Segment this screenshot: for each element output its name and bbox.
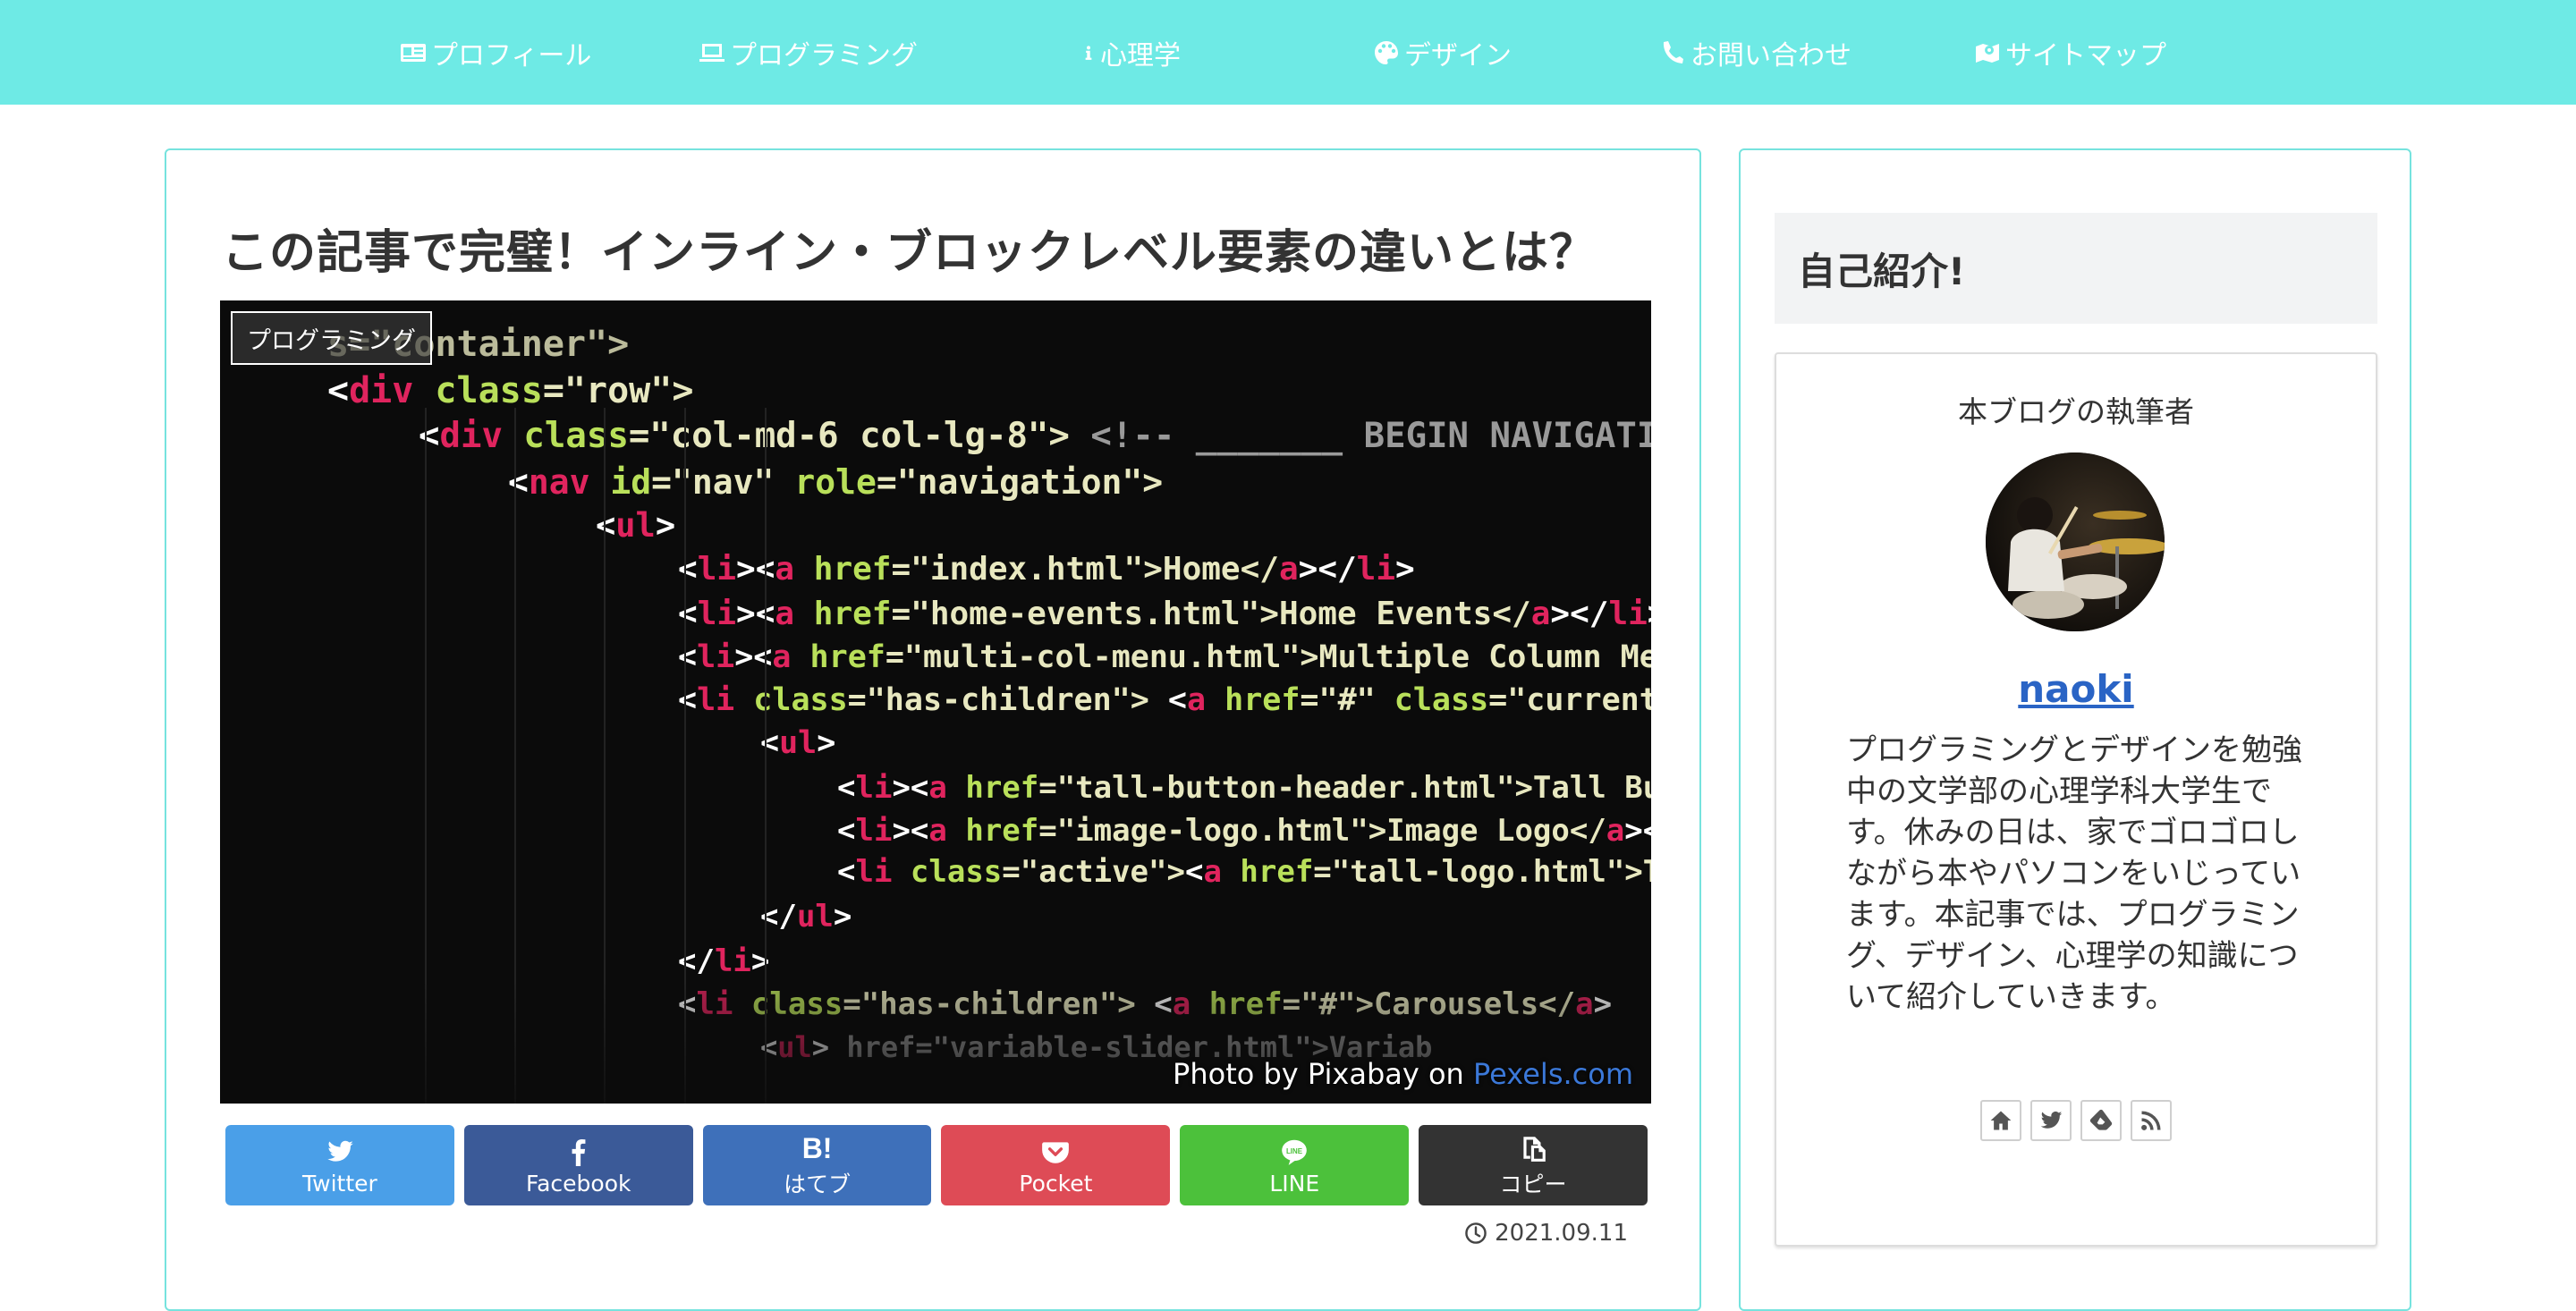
author-description: プログラミングとデザインを勉強中の文学部の心理学科大学生です。休みの日は、家でゴ… (1846, 732, 2302, 1015)
author-profile-box: 本ブログの執筆者 naoki プログラミングとデザインを勉強中の文学部の心理学科… (1775, 352, 2377, 1247)
article-title: この記事で完璧！インライン・ブロックレベル要素の違いとは？ (222, 226, 1597, 280)
clock-icon (1465, 1222, 1487, 1244)
publish-date: 2021.09.11 (1464, 1220, 1628, 1247)
rss-link[interactable] (2131, 1100, 2172, 1141)
code-line: <li><a href="index.html">Home</a></li> (678, 551, 1415, 588)
share-pocket-button[interactable]: Pocket (941, 1125, 1171, 1205)
line-icon: LINE (1282, 1139, 1308, 1165)
eyecatch-image: s="container"><div class="row"><div clas… (220, 300, 1651, 1104)
home-link[interactable] (1980, 1100, 2021, 1141)
share-label: Facebook (526, 1170, 631, 1197)
nav-label: 心理学 (1100, 39, 1181, 72)
widget-title: 自己紹介! (1775, 213, 2377, 324)
code-line: </ul> (760, 899, 852, 935)
share-hatena-button[interactable]: B! はてブ (702, 1125, 932, 1205)
date-text: 2021.09.11 (1495, 1220, 1628, 1247)
sidebar-card: 自己紹介! 本ブログの執筆者 naoki プログラミングとデザインを勉強中の文学… (1739, 148, 2411, 1311)
nav-item-contact[interactable]: お問い合わせ (1658, 0, 1852, 105)
nav-item-programming[interactable]: プログラミング (698, 0, 918, 105)
hatena-icon: B! (801, 1131, 833, 1164)
code-line: <div class="row"> (327, 370, 693, 411)
author-name-link[interactable]: naoki (1776, 667, 2376, 711)
drummer-photo-image (1986, 453, 2165, 631)
code-line: <li><a href="home-events.html">Home Even… (678, 596, 1651, 632)
nav-item-sitemap[interactable]: サイトマップ (1973, 0, 2166, 105)
share-line-button[interactable]: LINE LINE (1180, 1125, 1410, 1205)
map-icon (1976, 43, 1999, 63)
feedly-icon (2089, 1109, 2113, 1130)
article-card: この記事で完璧！インライン・ブロックレベル要素の違いとは？ s="contain… (165, 148, 1701, 1311)
nav-item-profile[interactable]: プロフィール (399, 0, 591, 105)
share-facebook-button[interactable]: Facebook (463, 1125, 693, 1205)
share-buttons: Twitter Facebook B! はてブ Pocket LINE LINE… (225, 1125, 1648, 1205)
share-label: Twitter (302, 1170, 377, 1197)
share-label: LINE (1269, 1170, 1320, 1197)
palette-icon (1375, 40, 1398, 64)
code-line: <ul> (760, 725, 835, 761)
credit-text: Photo by Pixabay on (1173, 1057, 1473, 1091)
copy-link-button[interactable]: コピー (1419, 1125, 1648, 1205)
twitter-icon (2040, 1111, 2063, 1129)
photo-credit: Photo by Pixabay on Pexels.com (1173, 1057, 1633, 1091)
copy-icon (1523, 1137, 1546, 1162)
facebook-icon (572, 1138, 586, 1166)
code-line: <li><a href="image-logo.html">Image Logo… (837, 813, 1651, 849)
profile-heading: 本ブログの執筆者 (1958, 394, 2194, 429)
twitter-link[interactable] (2030, 1100, 2072, 1141)
nav-label: プロフィール (431, 39, 592, 72)
nav-item-psychology[interactable]: 心理学 (1080, 0, 1181, 105)
nav-item-design[interactable]: デザイン (1372, 0, 1512, 105)
id-card-icon (401, 43, 426, 62)
phone-icon (1663, 40, 1683, 63)
code-line: <div class="col-md-6 col-lg-8"> <!-- ___… (419, 416, 1651, 456)
svg-text:LINE: LINE (1286, 1147, 1302, 1155)
pocket-icon (1042, 1141, 1070, 1163)
share-label: Pocket (1019, 1170, 1093, 1197)
code-line: <ul> (596, 506, 675, 545)
nav-label: プログラミング (730, 39, 918, 72)
code-screenshot-image: s="container"><div class="row"><div clas… (220, 324, 1651, 1104)
code-line: <li class="active"><a href="tall-logo.ht… (837, 854, 1651, 890)
code-line: <li><a href="multi-col-menu.html">Multip… (678, 639, 1651, 675)
credit-link[interactable]: Pexels.com (1473, 1057, 1633, 1091)
nav-label: サイトマップ (2005, 39, 2166, 72)
code-line: <li class="has-children"> <a href="#" cl… (678, 682, 1651, 718)
global-nav: プロフィール プログラミング 心理学 デザイン お問い合わせ サイトマップ (0, 0, 2576, 105)
info-icon (1085, 45, 1092, 60)
code-line: <nav id="nav" role="navigation"> (508, 462, 1163, 502)
code-line: <li><a href="tall-button-header.html">Ta… (837, 770, 1651, 806)
category-label[interactable]: プログラミング (231, 311, 432, 365)
home-icon (1990, 1111, 2012, 1130)
rss-icon (2141, 1111, 2161, 1130)
nav-label: デザイン (1404, 39, 1512, 72)
laptop-icon (699, 43, 724, 62)
feedly-link[interactable] (2080, 1100, 2122, 1141)
code-line: </li> (678, 943, 769, 979)
avatar (1986, 453, 2165, 631)
share-twitter-button[interactable]: Twitter (225, 1125, 454, 1205)
share-label: はてブ (784, 1171, 852, 1197)
nav-label: お問い合わせ (1690, 39, 1852, 72)
profile-social-icons (1980, 1100, 2172, 1141)
twitter-icon (327, 1140, 353, 1162)
share-label: コピー (1499, 1171, 1567, 1197)
